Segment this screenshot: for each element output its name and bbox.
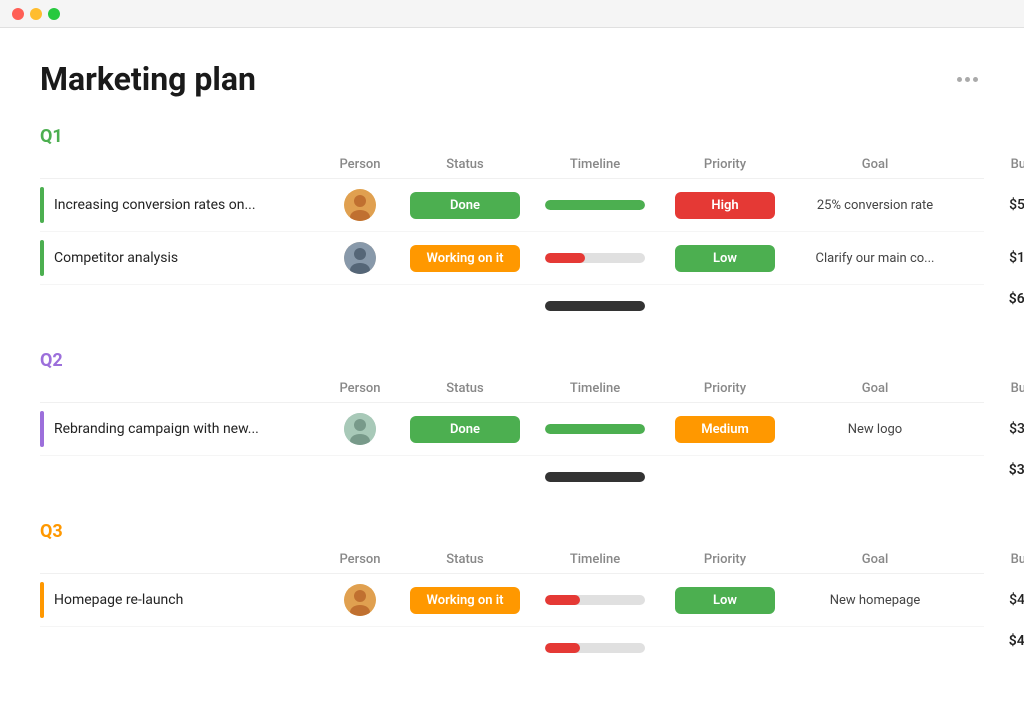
col-header-goal-q3: Goal bbox=[790, 552, 960, 567]
summary-row-q3: $4,550 sum + bbox=[40, 627, 984, 668]
avatar-2-q1 bbox=[344, 242, 376, 274]
goal-1-q1: 25% conversion rate bbox=[790, 198, 960, 213]
col-header-budget-q1: Budget bbox=[960, 157, 1024, 172]
priority-1-q2: Medium bbox=[675, 416, 775, 443]
summary-label-q2: sum bbox=[960, 478, 1024, 491]
table-row: Increasing conversion rates on... Done H… bbox=[40, 179, 984, 232]
section-q1: Q1 Person Status Timeline Priority Goal … bbox=[40, 126, 984, 326]
col-header-person-q2: Person bbox=[320, 381, 400, 396]
status-2-q1: Working on it bbox=[410, 245, 520, 272]
table-row: Competitor analysis Working on it Low bbox=[40, 232, 984, 285]
timeline-2-q1 bbox=[545, 253, 645, 263]
section-title-q1: Q1 bbox=[40, 126, 63, 147]
more-button[interactable] bbox=[951, 71, 984, 88]
timeline-1-q3 bbox=[545, 595, 645, 605]
status-1-q2: Done bbox=[410, 416, 520, 443]
budget-1-q3: $4,550 bbox=[960, 592, 1024, 608]
summary-amount-q1: $6,200 bbox=[960, 291, 1024, 307]
row-border-1-q2 bbox=[40, 411, 44, 447]
summary-timeline-q2 bbox=[545, 472, 645, 482]
page-title: Marketing plan bbox=[40, 60, 256, 98]
col-header-status-q1: Status bbox=[400, 157, 530, 172]
avatar-1-q3 bbox=[344, 584, 376, 616]
minimize-dot[interactable] bbox=[30, 8, 42, 20]
titlebar bbox=[0, 0, 1024, 28]
col-header-timeline-q2: Timeline bbox=[530, 381, 660, 396]
col-header-timeline-q1: Timeline bbox=[530, 157, 660, 172]
col-header-budget-q2: Budget bbox=[960, 381, 1024, 396]
section-title-q2: Q2 bbox=[40, 350, 63, 371]
avatar-1-q1 bbox=[344, 189, 376, 221]
section-title-q3: Q3 bbox=[40, 521, 63, 542]
col-header-priority-q2: Priority bbox=[660, 381, 790, 396]
priority-2-q1: Low bbox=[675, 245, 775, 272]
col-header-priority-q1: Priority bbox=[660, 157, 790, 172]
section-q3: Q3 Person Status Timeline Priority Goal … bbox=[40, 521, 984, 668]
summary-amount-q3: $4,550 bbox=[960, 633, 1024, 649]
budget-1-q2: $3,000 bbox=[960, 421, 1024, 437]
goal-1-q2: New logo bbox=[790, 422, 960, 437]
summary-row-q1: $6,200 sum + bbox=[40, 285, 984, 326]
status-1-q3: Working on it bbox=[410, 587, 520, 614]
col-header-person-q1: Person bbox=[320, 157, 400, 172]
col-header-goal-q1: Goal bbox=[790, 157, 960, 172]
summary-timeline-q3 bbox=[545, 643, 645, 653]
summary-row-q2: $3,000 sum + bbox=[40, 456, 984, 497]
summary-label-q3: sum bbox=[960, 649, 1024, 662]
row-name-1-q2: Rebranding campaign with new... bbox=[54, 421, 259, 437]
priority-1-q3: Low bbox=[675, 587, 775, 614]
budget-2-q1: $1,200 bbox=[960, 250, 1024, 266]
summary-label-q1: sum bbox=[960, 307, 1024, 320]
col-header-goal-q2: Goal bbox=[790, 381, 960, 396]
goal-1-q3: New homepage bbox=[790, 593, 960, 608]
summary-amount-q2: $3,000 bbox=[960, 462, 1024, 478]
col-header-person-q3: Person bbox=[320, 552, 400, 567]
col-header-budget-q3: Budget bbox=[960, 552, 1024, 567]
table-row: Homepage re-launch Working on it Low bbox=[40, 574, 984, 627]
timeline-1-q1 bbox=[545, 200, 645, 210]
row-border-1-q1 bbox=[40, 187, 44, 223]
row-name-2-q1: Competitor analysis bbox=[54, 250, 178, 266]
maximize-dot[interactable] bbox=[48, 8, 60, 20]
budget-1-q1: $5,000 bbox=[960, 197, 1024, 213]
avatar-1-q2 bbox=[344, 413, 376, 445]
timeline-1-q2 bbox=[545, 424, 645, 434]
summary-timeline-q1 bbox=[545, 301, 645, 311]
close-dot[interactable] bbox=[12, 8, 24, 20]
row-name-1-q1: Increasing conversion rates on... bbox=[54, 197, 256, 213]
row-name-1-q3: Homepage re-launch bbox=[54, 592, 183, 608]
col-header-status-q2: Status bbox=[400, 381, 530, 396]
priority-1-q1: High bbox=[675, 192, 775, 219]
col-header-status-q3: Status bbox=[400, 552, 530, 567]
table-row: Rebranding campaign with new... Done Med… bbox=[40, 403, 984, 456]
goal-2-q1: Clarify our main co... bbox=[790, 251, 960, 266]
col-header-priority-q3: Priority bbox=[660, 552, 790, 567]
row-border-1-q3 bbox=[40, 582, 44, 618]
status-1-q1: Done bbox=[410, 192, 520, 219]
col-header-timeline-q3: Timeline bbox=[530, 552, 660, 567]
section-q2: Q2 Person Status Timeline Priority Goal … bbox=[40, 350, 984, 497]
row-border-2-q1 bbox=[40, 240, 44, 276]
